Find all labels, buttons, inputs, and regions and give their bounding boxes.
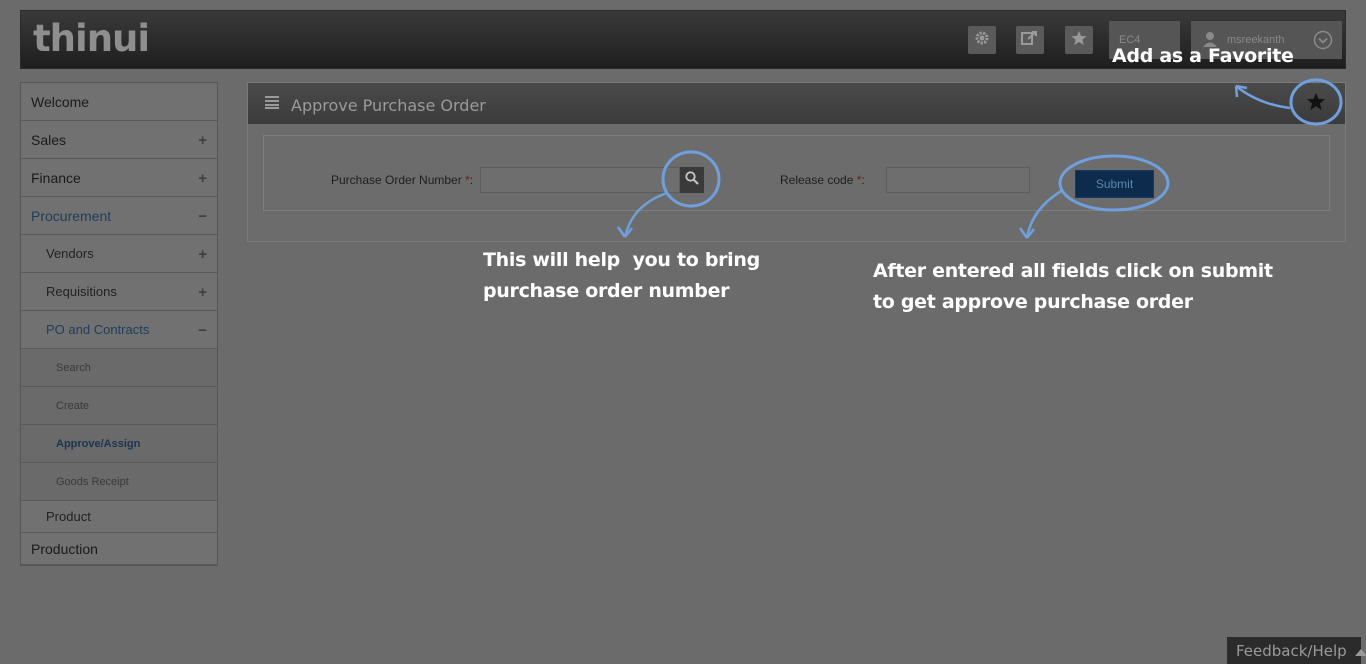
favorite-arrow [1235,85,1291,110]
search-highlight-circle [661,150,721,208]
feedback-label: Feedback/Help [1236,641,1347,660]
search-annotation: This will help you to bring purchase ord… [483,249,760,302]
favorite-annotation: Add as a Favorite [1112,45,1294,67]
favorite-star-icon [1307,93,1325,110]
submit-highlight-circle [1058,154,1170,212]
feedback-help-tab[interactable]: Feedback/Help [1227,637,1366,664]
caret-up-icon [1354,642,1366,660]
submit-annotation: After entered all fields click on submit… [873,260,1273,313]
annotation-overlay [616,78,1343,239]
